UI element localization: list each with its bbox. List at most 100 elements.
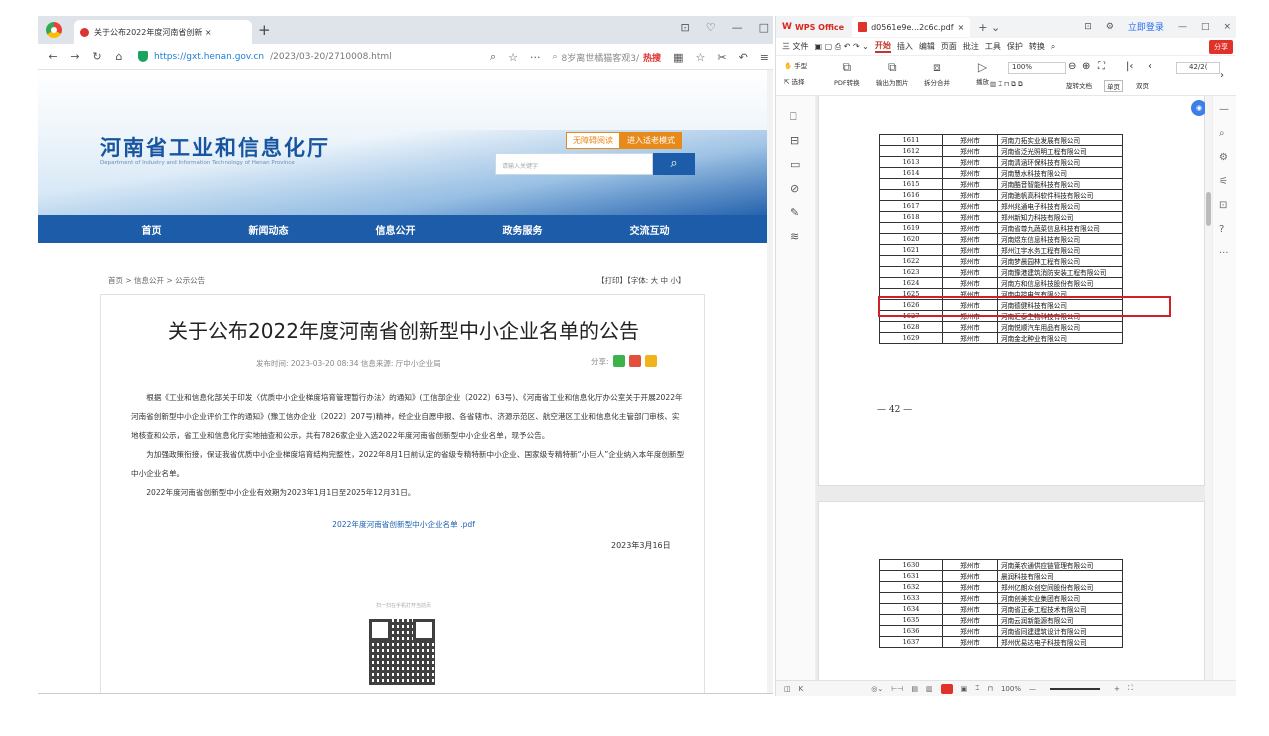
tab-list-icon[interactable]: ⊡: [681, 21, 690, 34]
more-icon[interactable]: ···: [530, 51, 541, 64]
home-icon[interactable]: ⌂: [112, 50, 126, 63]
status-zoom[interactable]: 100%: [1001, 685, 1021, 693]
apps-icon[interactable]: ▦: [673, 51, 683, 64]
undo-icon[interactable]: ↶: [739, 51, 748, 64]
layers-panel-icon[interactable]: ≋: [790, 230, 799, 243]
zoom-icon[interactable]: ⌕: [490, 50, 496, 64]
single-page-button[interactable]: 单页: [1104, 80, 1123, 92]
wps-close-button[interactable]: ×: [1223, 22, 1231, 32]
browser-scrollbar[interactable]: [767, 70, 773, 693]
favorites-icon[interactable]: ☆: [695, 51, 705, 64]
zoom-out-icon[interactable]: ⊖: [1068, 61, 1076, 72]
login-button[interactable]: 立即登录: [1128, 20, 1164, 33]
minimize-button[interactable]: —: [732, 21, 743, 34]
attachment-link[interactable]: 2022年度河南省创新型中小企业名单 .pdf: [101, 519, 706, 530]
hand-tool[interactable]: ✋ 手型: [784, 60, 807, 70]
zoom-in-icon[interactable]: ⊕: [1082, 61, 1090, 72]
qzone-icon[interactable]: [644, 355, 657, 367]
prev-page-icon[interactable]: ‹: [1148, 61, 1152, 72]
reload-icon[interactable]: ↻: [90, 50, 104, 63]
record-icon[interactable]: [940, 683, 953, 694]
pdf-convert-button[interactable]: ⧉ PDF转换: [834, 60, 860, 87]
share-button[interactable]: 分享: [1209, 40, 1233, 54]
new-tab-button[interactable]: +: [258, 21, 271, 39]
menu-annotate[interactable]: 批注: [963, 41, 979, 52]
toolbar-expand-icon[interactable]: ›: [1220, 70, 1224, 81]
play-button[interactable]: ▷ 播放: [976, 60, 989, 86]
crop-icon[interactable]: ⊓: [987, 685, 992, 693]
weibo-icon[interactable]: [628, 355, 641, 367]
menu-search-icon[interactable]: ⌕: [1051, 42, 1055, 52]
forward-icon[interactable]: →: [68, 50, 82, 63]
wps-new-tab-button[interactable]: + ⌄: [978, 21, 1000, 34]
url-field[interactable]: https://gxt.henan.gov.cn/2023/03-20/2710…: [138, 51, 392, 62]
zoom-out-status[interactable]: —: [1029, 685, 1036, 693]
zoom-select[interactable]: 100%: [1008, 62, 1066, 74]
nav-item-service[interactable]: 政务服务: [503, 222, 543, 237]
menu-page[interactable]: 页面: [941, 41, 957, 52]
menu-edit[interactable]: 编辑: [919, 41, 935, 52]
scrollbar-thumb[interactable]: [1206, 192, 1211, 226]
elder-mode-button[interactable]: 进入适老模式: [620, 132, 682, 149]
screenshot-icon[interactable]: ⊡: [1219, 200, 1227, 211]
site-logo[interactable]: 河南省工业和信息化厅: [100, 132, 330, 162]
menu-tools[interactable]: 工具: [985, 41, 1001, 52]
nav-item-interact[interactable]: 交流互动: [630, 222, 670, 237]
read-mode-icon[interactable]: ▣: [961, 685, 968, 693]
menu-start[interactable]: 开始: [874, 40, 891, 53]
browser-logo-icon[interactable]: [46, 22, 62, 38]
menu-protect[interactable]: 保护: [1007, 41, 1023, 52]
split-merge-button[interactable]: ⧈ 拆分合并: [924, 60, 950, 87]
adjust-icon[interactable]: ⚟: [1219, 176, 1228, 187]
menu-insert[interactable]: 插入: [897, 41, 913, 52]
wps-settings-icon[interactable]: ⚙: [1106, 22, 1114, 32]
wps-maximize-button[interactable]: □: [1201, 22, 1210, 32]
menu-file[interactable]: 三 文件: [782, 41, 809, 52]
site-search-icon[interactable]: ⌕: [653, 153, 695, 175]
thumbnail-panel-icon[interactable]: ⊟: [790, 134, 799, 147]
accessibility-read-button[interactable]: 无障碍阅读: [566, 132, 620, 149]
wps-logo[interactable]: W WPS Office: [782, 22, 844, 32]
view-single-icon[interactable]: ▤: [911, 685, 918, 693]
nav-item-info[interactable]: 信息公开: [376, 222, 416, 237]
browser-search-box[interactable]: ⌕ 8岁离世橘猫客观3/热搜: [553, 51, 662, 64]
columns-icon[interactable]: ⌶: [975, 684, 979, 693]
bookmark-icon[interactable]: ♡: [706, 21, 716, 34]
menu-icon[interactable]: ≡: [760, 51, 769, 64]
wechat-icon[interactable]: [612, 355, 625, 367]
more-tools-icon[interactable]: ···: [1219, 248, 1229, 259]
back-icon[interactable]: ←: [46, 50, 60, 63]
export-image-button[interactable]: ⧉ 输出为图片: [876, 60, 909, 87]
fullscreen-icon[interactable]: ⛶: [1128, 684, 1133, 693]
page-number-input[interactable]: 42/2(: [1176, 62, 1220, 74]
wps-doc-tab[interactable]: d0561e9e...2c6c.pdf ×: [852, 17, 971, 37]
search-icon[interactable]: ⌕: [1219, 128, 1225, 139]
rotate-button[interactable]: 旋转文档: [1066, 80, 1092, 90]
print-font-controls[interactable]: 【打印】【字体: 大 中 小】: [597, 275, 685, 286]
sign-panel-icon[interactable]: ✎: [790, 206, 799, 219]
settings-tool-icon[interactable]: ⚙: [1219, 152, 1228, 163]
zoom-in-status[interactable]: +: [1114, 685, 1120, 693]
nav-item-home[interactable]: 首页: [142, 222, 162, 237]
first-page-status-icon[interactable]: K: [799, 685, 804, 693]
view-tools-icon[interactable]: ▥ ⌶ ⊓ ⧉ ⧉: [990, 80, 1023, 89]
view-double-icon[interactable]: ▥: [926, 685, 933, 693]
maximize-button[interactable]: □: [759, 21, 769, 34]
comment-panel-icon[interactable]: ▭: [790, 158, 800, 171]
select-tool[interactable]: ⇱ 选择: [784, 76, 805, 86]
sidebar-toggle-icon[interactable]: ◫: [784, 685, 791, 693]
wps-layout-icon[interactable]: ⊡: [1084, 22, 1092, 32]
breadcrumb[interactable]: 首页 > 信息公开 > 公示公告: [108, 275, 205, 286]
first-page-icon[interactable]: |‹: [1126, 61, 1133, 72]
cut-icon[interactable]: ✂: [717, 51, 726, 64]
zoom-slider[interactable]: [1049, 687, 1100, 690]
nav-item-news[interactable]: 新闻动态: [249, 222, 289, 237]
bookmark-panel-icon[interactable]: ⎕: [790, 110, 797, 124]
browser-tab[interactable]: 关于公布2022年度河南省创新 ×: [74, 20, 252, 44]
eye-icon[interactable]: ◎⌄: [871, 685, 883, 693]
site-search-input[interactable]: 请输入关键字: [495, 153, 653, 175]
star-icon[interactable]: ☆: [508, 51, 518, 64]
wps-minimize-button[interactable]: —: [1178, 22, 1187, 32]
collapse-icon[interactable]: —: [1219, 104, 1229, 115]
close-tab-icon[interactable]: ×: [958, 23, 965, 32]
